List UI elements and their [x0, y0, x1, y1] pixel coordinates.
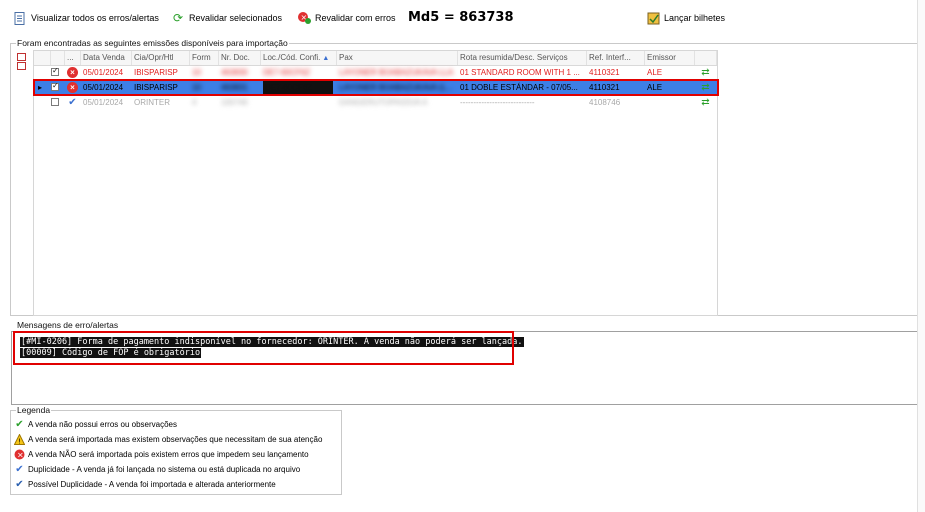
- legend-text: A venda será importada mas existem obser…: [28, 435, 323, 444]
- column-header-indicator: [34, 51, 51, 65]
- emissions-group-title: Foram encontradas as seguintes emissões …: [16, 38, 289, 48]
- row-checkbox[interactable]: [51, 66, 59, 76]
- highlight-box-row: [33, 79, 719, 96]
- window-scrollbar[interactable]: [917, 0, 925, 512]
- ticket-icon: [646, 11, 660, 25]
- cell-data-venda: 05/01/2024: [83, 68, 124, 77]
- launch-tickets-label: Lançar bilhetes: [664, 13, 726, 23]
- duplicate-icon: ✔: [15, 464, 24, 475]
- column-header-data-venda[interactable]: Data Venda: [81, 51, 132, 65]
- cell-form: 10: [192, 68, 201, 77]
- error-icon: ×: [14, 449, 25, 460]
- revalidate-selected-button[interactable]: ⟳ Revalidar selecionados: [171, 9, 282, 27]
- highlight-box-messages: [13, 331, 514, 365]
- table-row[interactable]: ✔ 05/01/2024 ORINTER 4 100746 DANGERUTOP…: [34, 96, 717, 109]
- cell-pax: DANGERUTOPASSVA A: [339, 98, 428, 107]
- legend-box: ✔ A venda não possui erros ou observaçõe…: [10, 410, 342, 495]
- legend-text: Possível Duplicidade - A venda foi impor…: [28, 480, 276, 489]
- column-header-status[interactable]: ...: [65, 51, 81, 65]
- md5-value: Md5 = 863738: [408, 10, 514, 25]
- cell-nr-doc: 463830: [221, 68, 248, 77]
- revalidate-errors-button[interactable]: × Revalidar com erros: [297, 9, 396, 27]
- launch-tickets-button[interactable]: Lançar bilhetes: [646, 9, 725, 27]
- column-header-loc-label: Loc./Cód. Confi.: [263, 53, 321, 62]
- row-checkbox[interactable]: [51, 98, 59, 106]
- legend-item: ✔ Duplicidade - A venda já foi lançada n…: [14, 463, 300, 476]
- column-header-ref[interactable]: Ref. Interf...: [587, 51, 645, 65]
- legend-item: ✔ Possível Duplicidade - A venda foi imp…: [14, 478, 276, 491]
- cell-loc: [261, 96, 337, 109]
- table-row[interactable]: × 05/01/2024 IBISPARISP 10 463830 DE7-60…: [34, 66, 717, 79]
- cell-cia: ORINTER: [134, 98, 170, 107]
- legend-text: Duplicidade - A venda já foi lançada no …: [28, 465, 301, 474]
- column-header-pax[interactable]: Pax: [337, 51, 458, 65]
- view-all-errors-button[interactable]: Visualizar todos os erros/alertas: [13, 9, 159, 27]
- error-refresh-icon: ×: [297, 11, 311, 25]
- cell-ref: 4108746: [589, 98, 621, 107]
- column-header-cia[interactable]: Cia/Opr/Htl: [132, 51, 190, 65]
- view-all-errors-label: Visualizar todos os erros/alertas: [31, 13, 159, 23]
- document-icon: [13, 11, 27, 25]
- cell-rota: ----------------------------: [460, 98, 535, 107]
- column-header-check: [51, 51, 65, 65]
- error-icon: ×: [67, 67, 78, 78]
- cell-form: 4: [192, 98, 197, 107]
- cell-loc: DE7-60CF6Z: [263, 68, 311, 77]
- cell-nr-doc: 100746: [221, 98, 248, 107]
- warning-icon: !: [14, 434, 25, 445]
- svg-text:×: ×: [17, 451, 24, 460]
- cell-emissor: ALE: [647, 68, 663, 77]
- refresh-icon: ⟳: [172, 11, 184, 25]
- sort-asc-icon: ▲: [320, 55, 330, 62]
- messages-title: Mensagens de erro/alertas: [16, 320, 120, 330]
- column-header-loc[interactable]: Loc./Cód. Confi. ▲: [261, 51, 337, 65]
- duplicate-icon: ✔: [68, 97, 77, 108]
- legend-item: × A venda NÃO será importada pois existe…: [14, 448, 309, 461]
- revalidate-row-icon[interactable]: ⇄: [700, 67, 711, 78]
- legend-item: ! A venda será importada mas existem obs…: [14, 433, 322, 446]
- cell-cia: IBISPARISP: [134, 68, 178, 77]
- revalidate-errors-label: Revalidar com erros: [315, 13, 396, 23]
- cell-ref: 4110321: [589, 68, 620, 77]
- cell-pax: LAYONER BOABAZUKAVA LLA: [339, 68, 454, 77]
- cell-data-venda: 05/01/2024: [83, 98, 124, 107]
- legend-text: A venda não possui erros ou observações: [28, 420, 177, 429]
- grid-header: ... Data Venda Cia/Opr/Htl Form Nr. Doc.…: [34, 51, 717, 66]
- column-header-rota[interactable]: Rota resumida/Desc. Serviços: [458, 51, 587, 65]
- legend-text: A venda NÃO será importada pois existem …: [28, 450, 309, 459]
- collapse-all-icon[interactable]: [17, 62, 26, 70]
- revalidate-selected-label: Revalidar selecionados: [189, 13, 283, 23]
- expand-all-icon[interactable]: [17, 53, 26, 61]
- check-icon: ✔: [15, 419, 24, 430]
- column-header-form[interactable]: Form: [190, 51, 219, 65]
- revalidate-row-icon[interactable]: ⇄: [700, 97, 711, 108]
- cell-emissor: [645, 96, 695, 109]
- legend-item: ✔ A venda não possui erros ou observaçõe…: [14, 418, 177, 431]
- legend-title: Legenda: [16, 405, 52, 415]
- column-header-action: [695, 51, 717, 65]
- cell-rota: 01 STANDARD ROOM WITH 1 ...: [460, 68, 580, 77]
- possible-duplicate-icon: ✔: [15, 479, 24, 490]
- svg-text:!: !: [18, 438, 21, 446]
- column-header-emissor[interactable]: Emissor: [645, 51, 695, 65]
- column-header-nr-doc[interactable]: Nr. Doc.: [219, 51, 261, 65]
